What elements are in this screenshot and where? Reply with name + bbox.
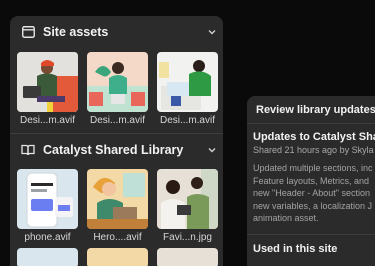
asset-thumbnail — [87, 169, 148, 229]
update-description: Updated multiple sections, inc Feature l… — [253, 162, 375, 225]
asset-tile[interactable] — [87, 248, 148, 266]
shared-library-title: Catalyst Shared Library — [43, 143, 184, 157]
site-assets-grid: Desi...m.avif Desi...m.avif Desi...m.avi… — [10, 48, 223, 126]
asset-filename: Desi...m.avif — [159, 115, 215, 126]
update-description-line: Feature layouts, Metrics, and — [253, 175, 370, 186]
review-header: Review library updates — [247, 96, 375, 124]
asset-tile[interactable] — [157, 248, 218, 266]
library-grid: phone.avif Hero....avif Favi...n.jpg — [10, 166, 223, 243]
asset-filename: Favi...n.jpg — [163, 232, 212, 243]
asset-thumbnail — [17, 52, 78, 112]
asset-tile[interactable]: Desi...m.avif — [17, 52, 78, 126]
book-icon — [21, 143, 35, 157]
shared-library-header[interactable]: Catalyst Shared Library — [10, 134, 223, 166]
asset-thumbnail — [17, 169, 78, 229]
asset-filename: phone.avif — [24, 232, 71, 243]
asset-thumbnail — [87, 52, 148, 112]
update-meta: Shared 21 hours ago by Skyla — [253, 145, 374, 155]
update-description-line: Updated multiple sections, inc — [253, 163, 373, 173]
asset-thumbnail — [17, 248, 78, 266]
asset-tile[interactable]: Favi...n.jpg — [157, 169, 218, 243]
asset-tile[interactable]: Hero....avif — [87, 169, 148, 243]
site-assets-header[interactable]: Site assets — [10, 16, 223, 48]
update-description-line: new "Header - About" section — [253, 188, 370, 198]
used-in-site-heading: Used in this site — [247, 234, 375, 255]
window-icon — [21, 25, 35, 39]
update-description-line: new variables, a localization J — [253, 200, 373, 211]
asset-thumbnail — [157, 169, 218, 229]
site-assets-title: Site assets — [43, 25, 109, 39]
asset-filename: Desi...m.avif — [19, 115, 75, 126]
asset-thumbnail — [157, 248, 218, 266]
update-title[interactable]: Updates to Catalyst Shar — [253, 131, 375, 143]
review-updates-panel: Review library updates Updates to Cataly… — [247, 96, 375, 266]
asset-thumbnail — [87, 248, 148, 266]
library-grid-row-2 — [10, 243, 223, 266]
asset-tile[interactable]: Desi...m.avif — [157, 52, 218, 126]
asset-tile[interactable]: phone.avif — [17, 169, 78, 243]
update-description-line: animation asset. — [253, 213, 319, 223]
asset-tile[interactable]: Desi...m.avif — [87, 52, 148, 126]
chevron-down-icon[interactable] — [206, 25, 218, 37]
asset-filename: Desi...m.avif — [89, 115, 145, 126]
asset-filename: Hero....avif — [93, 232, 142, 243]
asset-thumbnail — [157, 52, 218, 112]
chevron-down-icon[interactable] — [206, 143, 218, 155]
assets-panel: Site assets Desi...m.avif Desi...m.avif … — [10, 16, 223, 266]
asset-tile[interactable] — [17, 248, 78, 266]
